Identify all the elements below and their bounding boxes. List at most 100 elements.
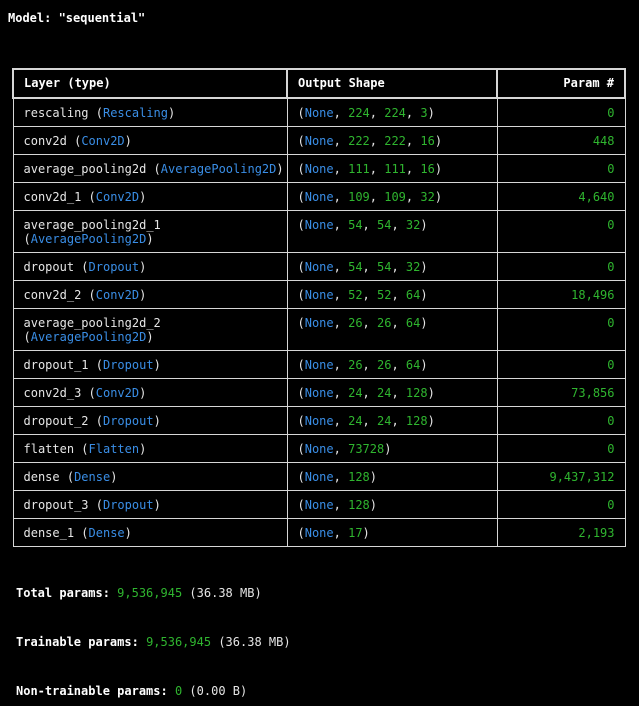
shape-batch-dim: None bbox=[304, 316, 334, 330]
table-row: flatten (Flatten) (None, 73728) 0 bbox=[12, 434, 626, 463]
total-params-label: Total params: bbox=[16, 586, 110, 600]
trainable-params: Trainable params: 9,536,945 (36.38 MB) bbox=[16, 635, 291, 649]
shape-dim: 109 bbox=[384, 190, 406, 204]
table-row: conv2d_2 (Conv2D) (None, 52, 52, 64) 18,49… bbox=[12, 280, 626, 309]
layer-name: conv2d_1 bbox=[23, 190, 82, 204]
shape-batch-dim: None bbox=[304, 358, 334, 372]
output-shape-cell: (None, 128) bbox=[286, 462, 498, 491]
shape-dim: 128 bbox=[405, 386, 428, 400]
shape-dim: 32 bbox=[420, 190, 435, 204]
layer-type: AveragePooling2D bbox=[30, 232, 147, 246]
total-params-size: (36.38 MB) bbox=[189, 586, 262, 600]
output-shape-cell: (None, 73728) bbox=[286, 434, 498, 463]
model-summary-table: Layer (type) Output Shape Param # rescal… bbox=[12, 68, 626, 547]
param-count-cell: 0 bbox=[496, 490, 626, 519]
output-shape-cell: (None, 109, 109, 32) bbox=[286, 182, 498, 211]
param-count-cell: 0 bbox=[496, 97, 626, 127]
total-params: Total params: 9,536,945 (36.38 MB) bbox=[16, 586, 262, 600]
layer-name: dense bbox=[23, 470, 60, 484]
shape-dim: 54 bbox=[348, 260, 363, 274]
layer-cell: dropout (Dropout) bbox=[12, 252, 288, 281]
layer-cell: dropout_2 (Dropout) bbox=[12, 406, 288, 435]
param-count-cell: 73,856 bbox=[496, 378, 626, 407]
shape-dim: 111 bbox=[384, 162, 406, 176]
table-row: conv2d_3 (Conv2D) (None, 24, 24, 128) 73,8… bbox=[12, 378, 626, 407]
param-count-cell: 0 bbox=[496, 210, 626, 253]
output-shape-cell: (None, 26, 26, 64) bbox=[286, 308, 498, 351]
shape-batch-dim: None bbox=[304, 218, 334, 232]
layer-name: conv2d_3 bbox=[23, 386, 82, 400]
shape-dim: 24 bbox=[377, 414, 392, 428]
layer-name: dropout_3 bbox=[23, 498, 89, 512]
layer-cell: average_pooling2d_1 (AveragePooling2D) bbox=[12, 210, 288, 253]
table-row: conv2d_1 (Conv2D) (None, 109, 109, 32) 4,6… bbox=[12, 182, 626, 211]
table-row: dropout_1 (Dropout) (None, 26, 26, 64) 0 bbox=[12, 350, 626, 379]
output-shape-cell: (None, 17) bbox=[286, 518, 498, 547]
param-count-cell: 4,640 bbox=[496, 182, 626, 211]
shape-batch-dim: None bbox=[304, 260, 334, 274]
layer-name: flatten bbox=[23, 442, 75, 456]
shape-dim: 52 bbox=[377, 288, 392, 302]
shape-dim: 224 bbox=[384, 106, 406, 120]
shape-dim: 24 bbox=[377, 386, 392, 400]
table-body: rescaling (Rescaling) (None, 224, 224, 3)… bbox=[12, 97, 626, 547]
non-trainable-params: Non-trainable params: 0 (0.00 B) bbox=[16, 684, 247, 698]
layer-type: Conv2D bbox=[95, 386, 140, 400]
param-count-cell: 9,437,312 bbox=[496, 462, 626, 491]
output-shape-cell: (None, 222, 222, 16) bbox=[286, 126, 498, 155]
shape-dim: 128 bbox=[348, 470, 370, 484]
shape-dim: 109 bbox=[348, 190, 370, 204]
shape-batch-dim: None bbox=[304, 498, 334, 512]
layer-name: dropout_1 bbox=[23, 358, 89, 372]
layer-type: Dense bbox=[74, 470, 111, 484]
shape-dim: 128 bbox=[348, 498, 370, 512]
shape-batch-dim: None bbox=[304, 106, 334, 120]
param-count-cell: 0 bbox=[496, 406, 626, 435]
layer-type: Dropout bbox=[88, 260, 140, 274]
shape-dim: 222 bbox=[384, 134, 406, 148]
layer-type: Conv2D bbox=[95, 288, 140, 302]
layer-cell: conv2d_2 (Conv2D) bbox=[12, 280, 288, 309]
layer-name: conv2d_2 bbox=[23, 288, 82, 302]
shape-batch-dim: None bbox=[304, 134, 334, 148]
output-shape-cell: (None, 26, 26, 64) bbox=[286, 350, 498, 379]
shape-batch-dim: None bbox=[304, 386, 334, 400]
shape-batch-dim: None bbox=[304, 414, 334, 428]
param-count-cell: 0 bbox=[496, 308, 626, 351]
layer-type: Conv2D bbox=[95, 190, 140, 204]
param-count-cell: 0 bbox=[496, 350, 626, 379]
trainable-params-size: (36.38 MB) bbox=[218, 635, 291, 649]
table-row: dropout_3 (Dropout) (None, 128) 0 bbox=[12, 490, 626, 519]
layer-type: Dropout bbox=[102, 358, 154, 372]
shape-dim: 64 bbox=[405, 358, 421, 372]
output-shape-cell: (None, 54, 54, 32) bbox=[286, 210, 498, 253]
shape-dim: 111 bbox=[348, 162, 370, 176]
layer-cell: conv2d (Conv2D) bbox=[12, 126, 288, 155]
table-row: dense (Dense) (None, 128) 9,437,312 bbox=[12, 462, 626, 491]
table-row: average_pooling2d (AveragePooling2D) (Non… bbox=[12, 154, 626, 183]
trainable-params-label: Trainable params: bbox=[16, 635, 139, 649]
layer-cell: conv2d_3 (Conv2D) bbox=[12, 378, 288, 407]
trainable-params-value: 9,536,945 bbox=[146, 635, 212, 649]
output-shape-cell: (None, 54, 54, 32) bbox=[286, 252, 498, 281]
layer-name: dropout bbox=[23, 260, 75, 274]
total-params-value: 9,536,945 bbox=[117, 586, 183, 600]
shape-dim: 32 bbox=[405, 218, 421, 232]
table-row: dropout_2 (Dropout) (None, 24, 24, 128) 0 bbox=[12, 406, 626, 435]
layer-type: Conv2D bbox=[81, 134, 125, 148]
shape-dim: 73728 bbox=[348, 442, 385, 456]
shape-dim: 16 bbox=[420, 162, 435, 176]
layer-cell: dropout_1 (Dropout) bbox=[12, 350, 288, 379]
output-shape-cell: (None, 52, 52, 64) bbox=[286, 280, 498, 309]
shape-dim: 54 bbox=[377, 218, 392, 232]
layer-type: Flatten bbox=[88, 442, 140, 456]
param-count-cell: 2,193 bbox=[496, 518, 626, 547]
shape-batch-dim: None bbox=[304, 470, 334, 484]
layer-type: AveragePooling2D bbox=[160, 162, 277, 176]
shape-dim: 32 bbox=[405, 260, 421, 274]
table-row: average_pooling2d_1 (AveragePooling2D) (N… bbox=[12, 210, 626, 253]
shape-dim: 128 bbox=[405, 414, 428, 428]
column-header-output-shape: Output Shape bbox=[286, 68, 498, 99]
layer-name: conv2d bbox=[23, 134, 67, 148]
output-shape-cell: (None, 111, 111, 16) bbox=[286, 154, 498, 183]
